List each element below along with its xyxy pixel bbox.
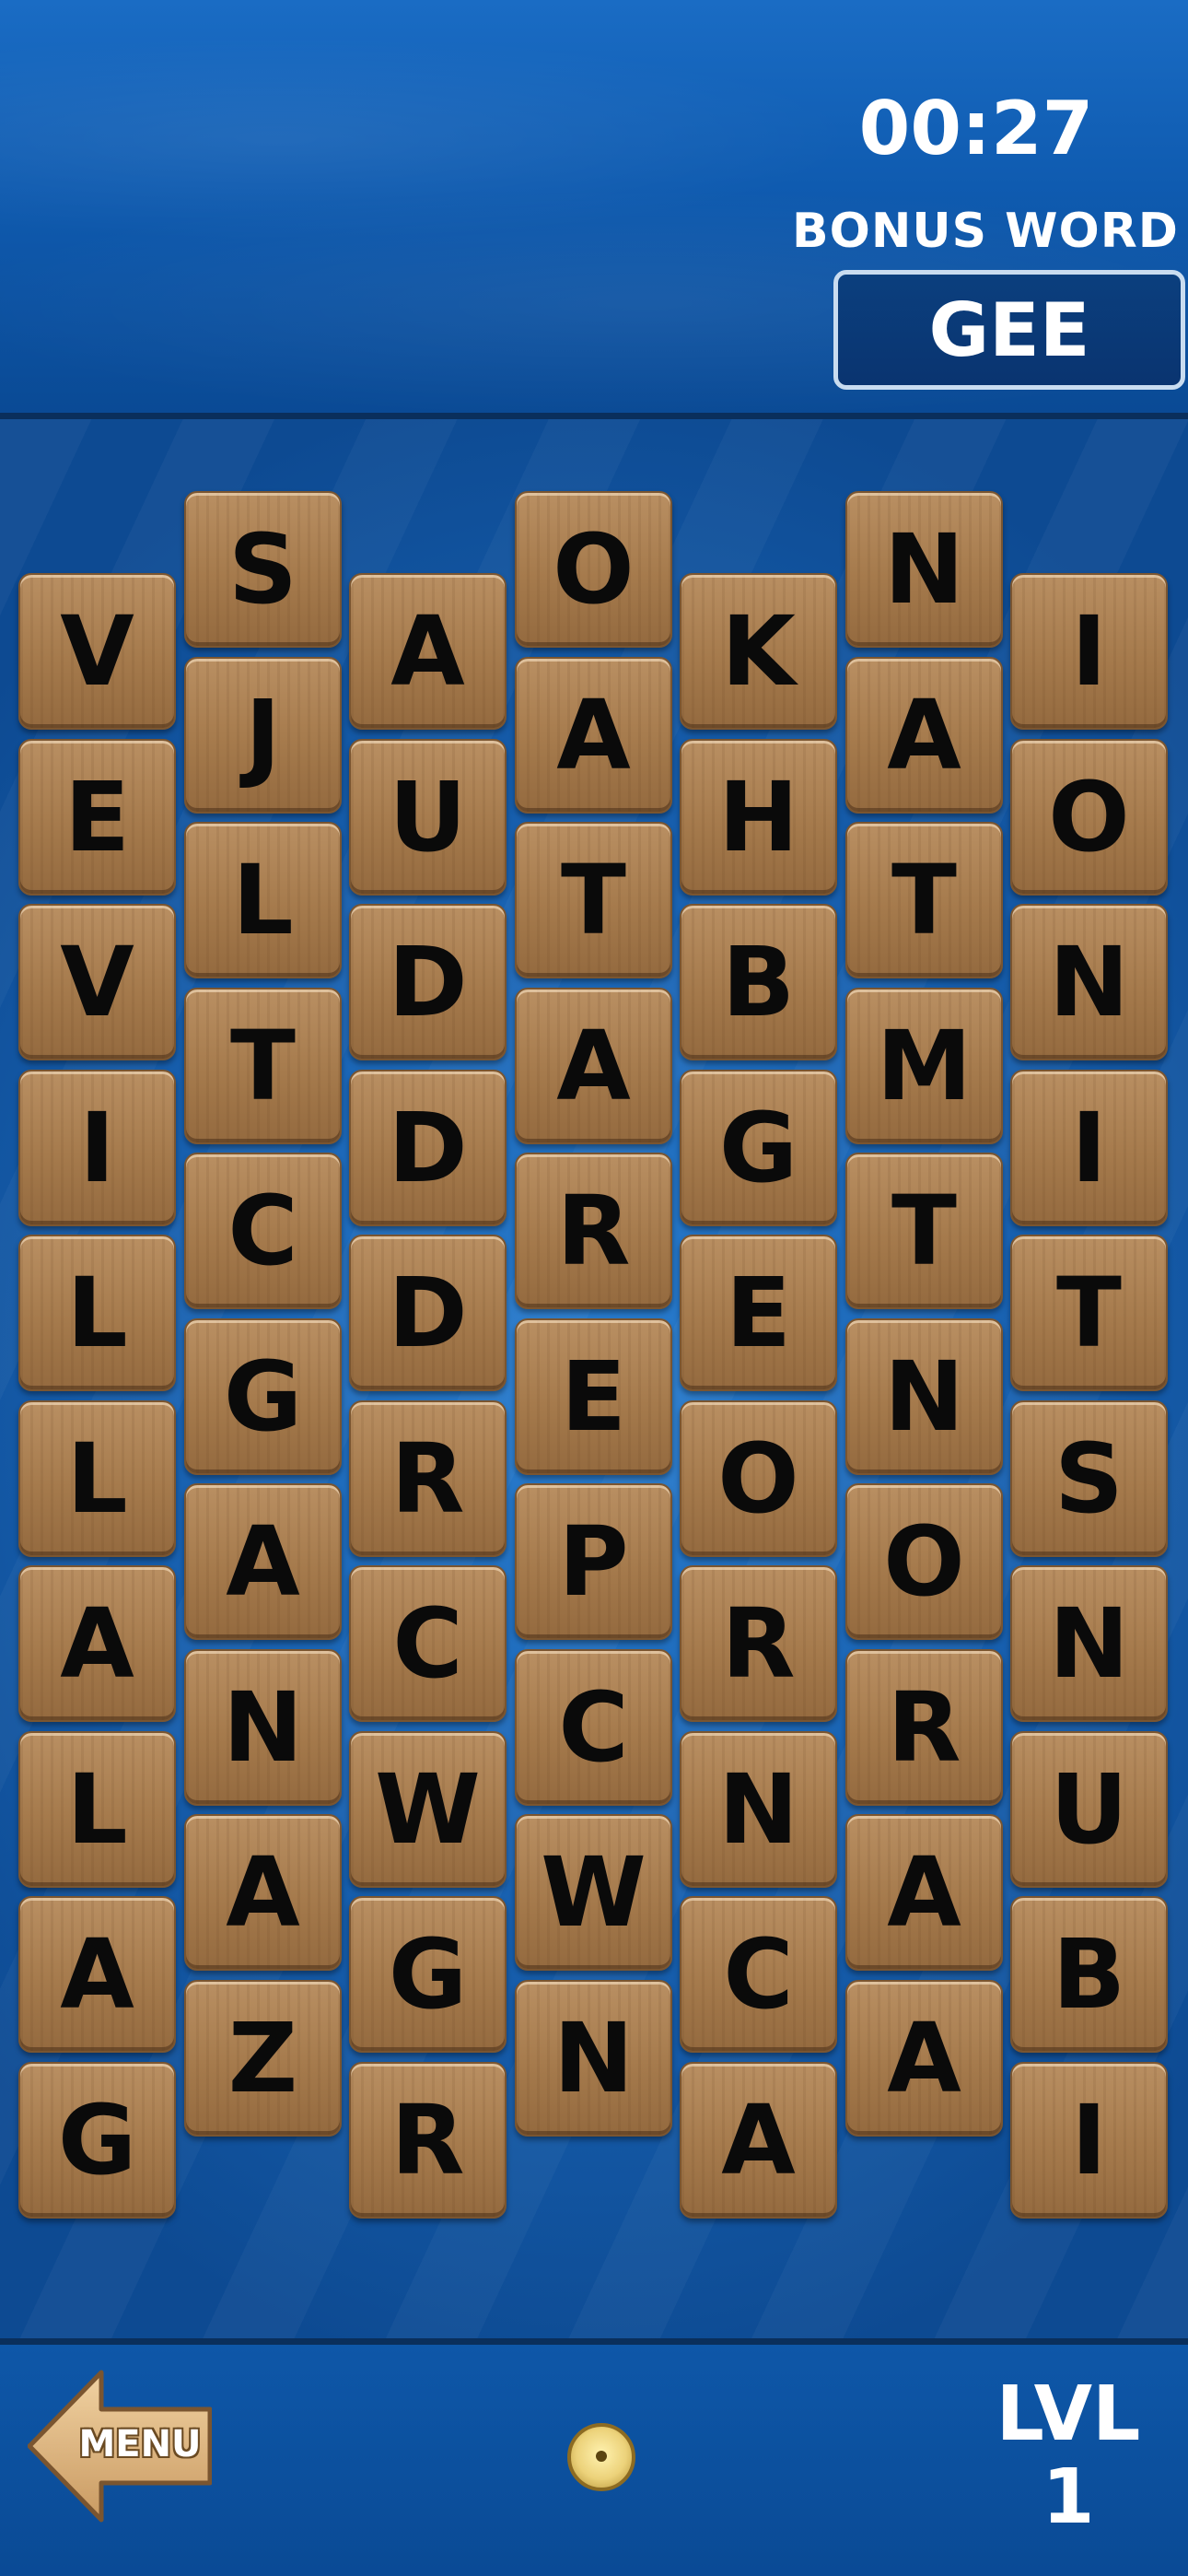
- letter-tile[interactable]: A: [18, 1565, 176, 1722]
- letter-tile[interactable]: G: [680, 1070, 837, 1226]
- letter-tile[interactable]: A: [515, 988, 672, 1144]
- letter-tile[interactable]: C: [680, 1896, 837, 2053]
- letter-tile[interactable]: S: [1010, 1400, 1168, 1557]
- letter-tile[interactable]: O: [515, 491, 672, 648]
- letter-tile[interactable]: R: [349, 2062, 507, 2219]
- letter-tile[interactable]: A: [845, 1814, 1003, 1971]
- letter-tile[interactable]: B: [680, 904, 837, 1060]
- letter-tile[interactable]: A: [349, 573, 507, 730]
- letter-tile[interactable]: G: [349, 1896, 507, 2053]
- letter-tile[interactable]: I: [1010, 1070, 1168, 1226]
- letter-tile[interactable]: O: [680, 1400, 837, 1557]
- letter-tile[interactable]: G: [18, 2062, 176, 2219]
- coin-center: [596, 2451, 607, 2462]
- level-number: 1: [1042, 2453, 1095, 2541]
- letter-tile[interactable]: N: [845, 491, 1003, 648]
- letter-tile[interactable]: A: [515, 657, 672, 814]
- letter-tile[interactable]: L: [18, 1235, 176, 1391]
- letter-tile[interactable]: I: [18, 1070, 176, 1226]
- letter-tile[interactable]: R: [845, 1649, 1003, 1806]
- timer: 00:27: [858, 86, 1094, 171]
- letter-tile[interactable]: R: [349, 1400, 507, 1557]
- letter-tile[interactable]: N: [515, 1980, 672, 2137]
- menu-label: MENU: [78, 2423, 202, 2465]
- letter-tile[interactable]: C: [184, 1153, 342, 1309]
- letter-tile[interactable]: L: [184, 822, 342, 978]
- letter-tile[interactable]: R: [680, 1565, 837, 1722]
- letter-tile[interactable]: N: [184, 1649, 342, 1806]
- letter-tile[interactable]: E: [18, 739, 176, 896]
- letter-tile[interactable]: T: [515, 822, 672, 978]
- letter-tile[interactable]: M: [845, 988, 1003, 1144]
- letter-tile[interactable]: E: [680, 1235, 837, 1391]
- letter-tile[interactable]: A: [18, 1896, 176, 2053]
- letter-tile[interactable]: Z: [184, 1980, 342, 2137]
- letter-tile[interactable]: S: [184, 491, 342, 648]
- letter-tile[interactable]: T: [1010, 1235, 1168, 1391]
- letter-tile[interactable]: W: [349, 1731, 507, 1888]
- letter-tile[interactable]: N: [845, 1318, 1003, 1475]
- letter-tile[interactable]: T: [184, 988, 342, 1144]
- letter-tile[interactable]: D: [349, 904, 507, 1060]
- letter-tile[interactable]: O: [1010, 739, 1168, 896]
- letter-tile[interactable]: J: [184, 657, 342, 814]
- letter-tile[interactable]: R: [515, 1153, 672, 1309]
- letter-tile[interactable]: U: [349, 739, 507, 896]
- letter-tile[interactable]: A: [184, 1483, 342, 1640]
- letter-tile[interactable]: N: [1010, 1565, 1168, 1722]
- letter-tile[interactable]: E: [515, 1318, 672, 1475]
- letter-tile[interactable]: A: [680, 2062, 837, 2219]
- letter-tile[interactable]: V: [18, 904, 176, 1060]
- bonus-word-box: GEE: [833, 270, 1185, 390]
- letter-tile[interactable]: P: [515, 1483, 672, 1640]
- letter-tile[interactable]: N: [1010, 904, 1168, 1060]
- letter-tile[interactable]: C: [515, 1649, 672, 1806]
- level-label: LVL: [996, 2371, 1141, 2458]
- letter-tile[interactable]: D: [349, 1235, 507, 1391]
- letter-tile[interactable]: T: [845, 822, 1003, 978]
- letter-tile[interactable]: H: [680, 739, 837, 896]
- letter-tile[interactable]: W: [515, 1814, 672, 1971]
- letter-tile[interactable]: G: [184, 1318, 342, 1475]
- letter-tile[interactable]: A: [845, 1980, 1003, 2137]
- letter-tile[interactable]: N: [680, 1731, 837, 1888]
- letter-tile[interactable]: D: [349, 1070, 507, 1226]
- letter-tile[interactable]: L: [18, 1400, 176, 1557]
- letter-tile[interactable]: U: [1010, 1731, 1168, 1888]
- letter-tile[interactable]: I: [1010, 573, 1168, 730]
- header-bar: 00:27 BONUS WORD GEE: [0, 0, 1188, 419]
- letter-tile[interactable]: I: [1010, 2062, 1168, 2219]
- letter-tile[interactable]: K: [680, 573, 837, 730]
- letter-tile[interactable]: B: [1010, 1896, 1168, 2053]
- bonus-word-label: BONUS WORD: [792, 204, 1179, 259]
- letter-tile[interactable]: V: [18, 573, 176, 730]
- letter-tile[interactable]: O: [845, 1483, 1003, 1640]
- letter-tile[interactable]: C: [349, 1565, 507, 1722]
- letter-tile[interactable]: A: [184, 1814, 342, 1971]
- letter-tile[interactable]: T: [845, 1153, 1003, 1309]
- letter-tile[interactable]: L: [18, 1731, 176, 1888]
- letter-tile[interactable]: A: [845, 657, 1003, 814]
